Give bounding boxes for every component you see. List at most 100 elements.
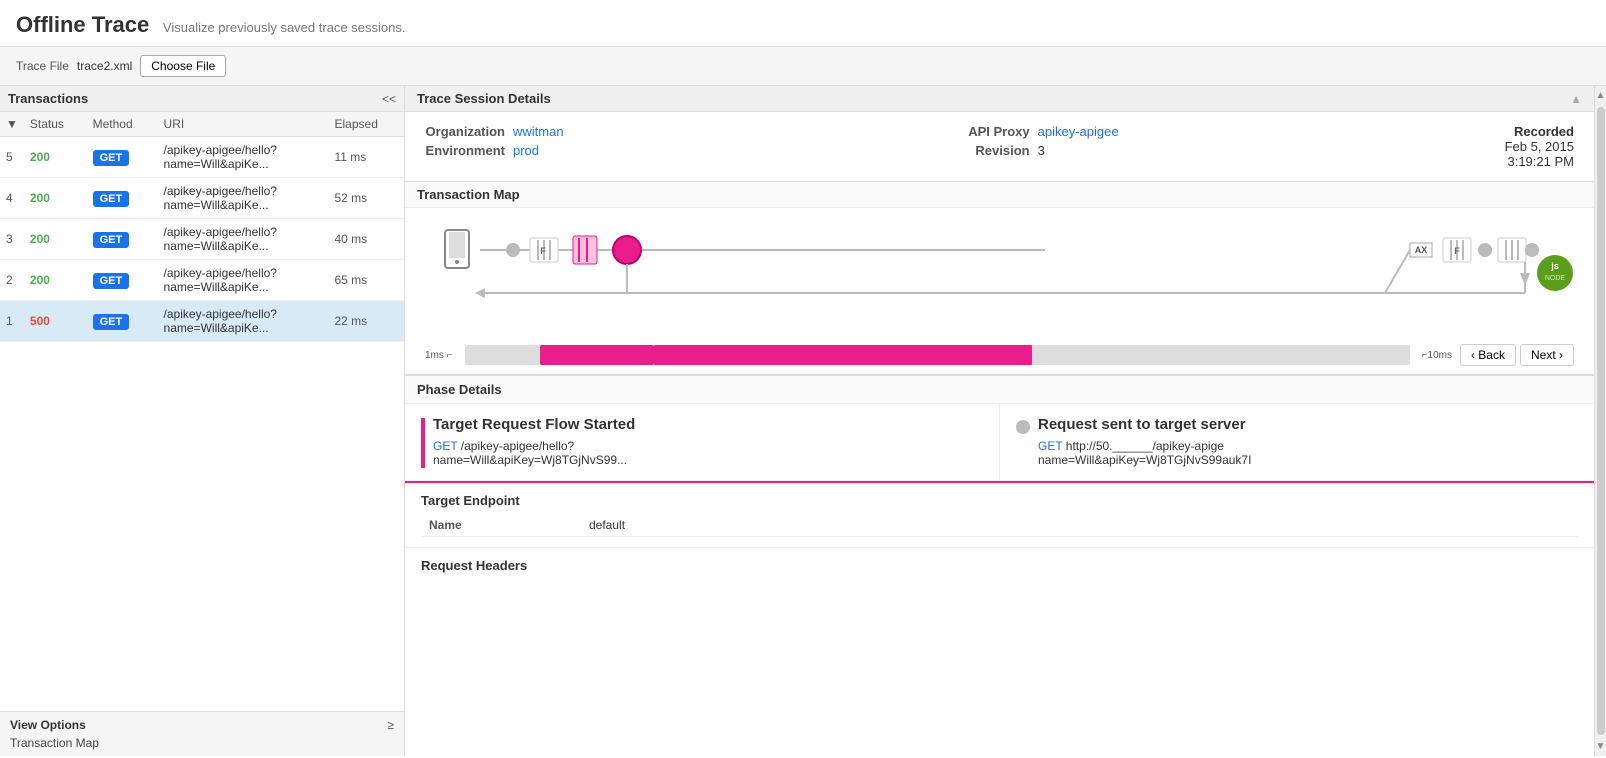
view-options-collapse-button[interactable]: ≥: [387, 718, 394, 732]
tx-elapsed: 65 ms: [329, 260, 405, 301]
method-badge: GET: [93, 150, 130, 166]
page-title: Offline Trace: [16, 12, 149, 37]
phase-card-2-text: Request sent to target server GET http:/…: [1038, 416, 1251, 467]
timeline-label-2: ⌐10ms: [1422, 350, 1452, 361]
phase-card-1-icon: [421, 418, 425, 468]
transaction-map-header: Transaction Map: [405, 182, 1594, 208]
tx-method: GET: [87, 178, 158, 219]
phase-card-1-title: Target Request Flow Started: [433, 416, 635, 433]
trace-file-label: Trace File: [16, 59, 69, 73]
transactions-body: 5 200 GET /apikey-apigee/hello?name=Will…: [0, 137, 404, 342]
right-scrollbar[interactable]: ▲ ▼: [1594, 86, 1606, 756]
method-badge: GET: [93, 191, 130, 207]
col-sort: ▼: [0, 112, 24, 137]
env-label: Environment: [425, 143, 505, 158]
col-uri: URI: [158, 112, 329, 137]
view-options-transaction-map: Transaction Map: [10, 736, 99, 750]
phase-card-1-method: GET: [433, 439, 457, 453]
tx-status: 200: [24, 260, 87, 301]
scroll-thumb[interactable]: [1597, 107, 1605, 735]
scroll-up-icon: ▲: [1570, 92, 1582, 106]
tx-method: GET: [87, 219, 158, 260]
proxy-value: apikey-apigee: [1038, 124, 1119, 139]
timeline-magenta-segment: [654, 345, 1032, 365]
tx-num: 5: [0, 137, 24, 178]
scroll-up-button[interactable]: ▲: [1594, 88, 1606, 103]
view-options-title: View Options: [10, 718, 86, 732]
timeline-section: 1ms ⌐ ⌐10ms ‹ Back Next ›: [405, 336, 1594, 375]
recorded-time: 3:19:21 PM: [1505, 154, 1574, 169]
session-rev-row: Revision 3: [950, 143, 1119, 158]
back-button[interactable]: ‹ Back: [1460, 344, 1516, 366]
table-row[interactable]: 5 200 GET /apikey-apigee/hello?name=Will…: [0, 137, 404, 178]
tx-status: 500: [24, 301, 87, 342]
org-label: Organization: [425, 124, 505, 139]
session-org-env: Organization wwitman Environment prod: [425, 124, 564, 158]
env-value: prod: [513, 143, 539, 158]
recorded-date: Feb 5, 2015: [1505, 139, 1574, 154]
tx-status: 200: [24, 219, 87, 260]
next-button[interactable]: Next ›: [1520, 344, 1574, 366]
left-panel: Transactions << ▼ Status Method URI Elap…: [0, 86, 405, 756]
method-badge: GET: [93, 273, 130, 289]
phase-card-2-params: name=Will&apiKey=Wj8TGjNvS99auk7I: [1038, 453, 1251, 467]
choose-file-button[interactable]: Choose File: [140, 55, 226, 77]
request-headers-section: Request Headers: [405, 548, 1594, 583]
target-endpoint-title: Target Endpoint: [421, 493, 1578, 508]
table-row[interactable]: 4 200 GET /apikey-apigee/hello?name=Will…: [0, 178, 404, 219]
status-badge: 200: [30, 232, 50, 246]
phase-card-1-params: name=Will&apiKey=Wj8TGjNvS99...: [433, 453, 635, 467]
target-endpoint-section: Target Endpoint Name default: [405, 483, 1594, 548]
timeline-bar[interactable]: [465, 345, 1410, 365]
session-proxy-row: API Proxy apikey-apigee: [950, 124, 1119, 139]
status-badge: 500: [30, 314, 50, 328]
tx-status: 200: [24, 178, 87, 219]
view-options-content: Transaction Map: [10, 732, 394, 750]
target-name-value: default: [581, 514, 1578, 537]
tx-method: GET: [87, 137, 158, 178]
phase-card-1-content: Target Request Flow Started GET /apikey-…: [421, 416, 983, 468]
status-badge: 200: [30, 191, 50, 205]
transactions-collapse-button[interactable]: <<: [382, 92, 396, 106]
trace-session-title: Trace Session Details: [417, 91, 551, 106]
phase-card-2-method: GET: [1038, 439, 1062, 453]
trace-file-bar: Trace File trace2.xml Choose File: [0, 47, 1606, 86]
col-elapsed: Elapsed: [329, 112, 405, 137]
transactions-header: Transactions <<: [0, 86, 404, 112]
session-env-row: Environment prod: [425, 143, 564, 158]
page-header: Offline Trace Visualize previously saved…: [0, 0, 1606, 47]
tx-uri: /apikey-apigee/hello?name=Will&apiKe...: [158, 178, 329, 219]
view-options-header: View Options ≥: [10, 718, 394, 732]
transaction-map-section: Transaction Map: [405, 182, 1594, 376]
table-row[interactable]: 1 500 GET /apikey-apigee/hello?name=Will…: [0, 301, 404, 342]
view-options: View Options ≥ Transaction Map: [0, 711, 404, 756]
tx-elapsed: 52 ms: [329, 178, 405, 219]
phase-card-1-text: Target Request Flow Started GET /apikey-…: [433, 416, 635, 467]
main-layout: Transactions << ▼ Status Method URI Elap…: [0, 86, 1606, 756]
proxy-label: API Proxy: [950, 124, 1030, 139]
flow-diagram: F AX F: [425, 218, 1575, 328]
tx-num: 2: [0, 260, 24, 301]
right-panel: Trace Session Details ▲ Organization wwi…: [405, 86, 1594, 756]
phase-details-header: Phase Details: [405, 376, 1594, 404]
phase-card-1-url: GET /apikey-apigee/hello?: [433, 439, 635, 453]
svg-text:NODE: NODE: [1545, 275, 1566, 282]
tx-uri: /apikey-apigee/hello?name=Will&apiKe...: [158, 301, 329, 342]
timeline-label-1: 1ms ⌐: [425, 350, 453, 361]
target-name-label: Name: [421, 514, 581, 537]
svg-text:AX: AX: [1415, 245, 1428, 255]
phase-cards: Target Request Flow Started GET /apikey-…: [405, 404, 1594, 483]
transactions-title: Transactions: [8, 91, 88, 106]
phase-card-2-content: Request sent to target server GET http:/…: [1016, 416, 1578, 467]
tx-method: GET: [87, 301, 158, 342]
table-row[interactable]: 2 200 GET /apikey-apigee/hello?name=Will…: [0, 260, 404, 301]
table-row[interactable]: 3 200 GET /apikey-apigee/hello?name=Will…: [0, 219, 404, 260]
session-info: Organization wwitman Environment prod AP…: [405, 112, 1594, 182]
scroll-down-button[interactable]: ▼: [1594, 739, 1606, 754]
target-endpoint-table: Name default: [421, 514, 1578, 537]
rev-value: 3: [1038, 143, 1045, 158]
target-name-row: Name default: [421, 514, 1578, 537]
recorded-label: Recorded: [1514, 124, 1574, 139]
phase-card-2-url: GET http://50.______/apikey-apige: [1038, 439, 1251, 453]
transaction-map-canvas: F AX F: [405, 208, 1594, 336]
